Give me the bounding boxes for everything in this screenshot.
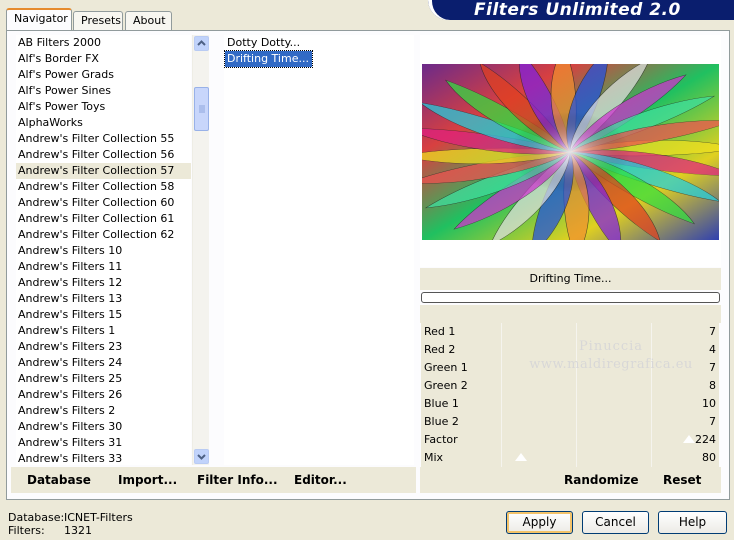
app-title-banner: Filters Unlimited 2.0 (428, 0, 734, 20)
progress-bar (421, 292, 720, 303)
app-title: Filters Unlimited 2.0 (474, 0, 681, 20)
param-slider-factor[interactable]: Factor 224 (421, 431, 719, 450)
filter-item-selected[interactable]: Drifting Time... (224, 50, 313, 68)
param-label: Green 1 (424, 361, 468, 374)
param-label: Green 2 (424, 379, 468, 392)
filters-label: Filters: (8, 524, 45, 537)
param-label: Red 1 (424, 325, 456, 338)
tab-about[interactable]: About (125, 11, 172, 30)
tab-strip: Navigator Presets About (6, 8, 176, 30)
preview-caption: Drifting Time... (420, 268, 721, 290)
param-value: 80 (702, 451, 716, 464)
category-item[interactable]: Alf's Power Toys (16, 99, 191, 115)
help-button[interactable]: Help (658, 511, 727, 534)
tab-label: About (133, 14, 166, 27)
category-item[interactable]: Andrew's Filters 12 (16, 275, 191, 291)
param-label: Blue 1 (424, 397, 459, 410)
category-item[interactable]: Andrew's Filters 24 (16, 355, 191, 371)
category-item[interactable]: Andrew's Filter Collection 57 (16, 163, 191, 179)
left-button-row: Database Import... Filter Info... Editor… (11, 467, 416, 493)
filter-list[interactable]: Dotty Dotty... Drifting Time... (224, 35, 414, 465)
chevron-down-icon (197, 454, 206, 460)
chevron-up-icon (197, 40, 206, 46)
filter-info-button[interactable]: Filter Info... (197, 473, 278, 487)
category-item[interactable]: Andrew's Filters 15 (16, 307, 191, 323)
apply-button[interactable]: Apply (506, 511, 573, 534)
category-item[interactable]: Alf's Border FX (16, 51, 191, 67)
category-item[interactable]: Andrew's Filters 30 (16, 419, 191, 435)
slider-marker[interactable] (515, 453, 527, 461)
category-list[interactable]: AB Filters 2000 Alf's Border FX Alf's Powe… (16, 35, 191, 465)
category-items: AB Filters 2000 Alf's Border FX Alf's Powe… (16, 35, 191, 465)
grip-icon (199, 105, 205, 113)
slider-marker[interactable] (683, 435, 695, 443)
scroll-down-button[interactable] (194, 449, 209, 464)
category-item[interactable]: Andrew's Filters 33 (16, 451, 191, 465)
category-item[interactable]: Andrew's Filter Collection 56 (16, 147, 191, 163)
category-item[interactable]: Andrew's Filter Collection 60 (16, 195, 191, 211)
tab-label: Navigator (14, 12, 68, 25)
category-item[interactable]: Andrew's Filters 26 (16, 387, 191, 403)
cancel-button[interactable]: Cancel (582, 511, 649, 534)
scroll-thumb[interactable] (194, 87, 209, 131)
param-slider-green-2[interactable]: Green 2 8 (421, 377, 719, 396)
category-item[interactable]: AlphaWorks (16, 115, 191, 131)
category-item[interactable]: Andrew's Filters 2 (16, 403, 191, 419)
import-button[interactable]: Import... (118, 473, 177, 487)
right-button-row: Randomize Reset (420, 467, 721, 493)
param-value: 8 (709, 379, 716, 392)
randomize-button[interactable]: Randomize (564, 473, 638, 487)
param-slider-blue-1[interactable]: Blue 1 10 (421, 395, 719, 414)
watermark-line: Pinuccia (578, 339, 644, 354)
category-item[interactable]: Andrew's Filters 23 (16, 339, 191, 355)
category-item[interactable]: Andrew's Filters 13 (16, 291, 191, 307)
database-value: ICNET-Filters (64, 511, 133, 524)
param-value: 10 (702, 397, 716, 410)
param-slider-mix[interactable]: Mix 80 (421, 449, 719, 468)
database-label: Database: (8, 511, 65, 524)
category-item[interactable]: Andrew's Filters 25 (16, 371, 191, 387)
param-value: 7 (709, 415, 716, 428)
category-item[interactable]: Andrew's Filter Collection 61 (16, 211, 191, 227)
watermark: Pinuccia www.maldiregrafica.eu (501, 338, 721, 374)
param-label: Mix (424, 451, 444, 464)
scroll-up-button[interactable] (194, 36, 209, 51)
param-label: Factor (424, 433, 458, 446)
filter-item[interactable]: Dotty Dotty... (225, 35, 414, 51)
category-item[interactable]: Alf's Power Sines (16, 83, 191, 99)
category-item[interactable]: Andrew's Filter Collection 55 (16, 131, 191, 147)
database-button[interactable]: Database (27, 473, 91, 487)
tab-presets[interactable]: Presets (73, 11, 123, 30)
param-label: Red 2 (424, 343, 456, 356)
preview-image (422, 64, 719, 240)
category-scrollbar[interactable] (192, 35, 209, 465)
progress-strip (420, 305, 721, 323)
watermark-line: www.maldiregrafica.eu (529, 357, 693, 372)
category-item[interactable]: Andrew's Filter Collection 62 (16, 227, 191, 243)
navigator-panel: AB Filters 2000 Alf's Border FX Alf's Powe… (6, 30, 730, 500)
category-item[interactable]: Andrew's Filters 1 (16, 323, 191, 339)
tab-label: Presets (81, 14, 122, 27)
param-slider-blue-2[interactable]: Blue 2 7 (421, 413, 719, 432)
category-item[interactable]: Andrew's Filters 31 (16, 435, 191, 451)
status-info: Database: ICNET-Filters Filters: 1321 (8, 511, 208, 537)
category-item[interactable]: Andrew's Filters 10 (16, 243, 191, 259)
reset-button[interactable]: Reset (663, 473, 701, 487)
tab-navigator[interactable]: Navigator (6, 8, 72, 30)
param-value: 224 (695, 433, 716, 446)
param-label: Blue 2 (424, 415, 459, 428)
filters-count: 1321 (64, 524, 92, 537)
preview-caption-text: Drifting Time... (529, 272, 612, 285)
editor-button[interactable]: Editor... (294, 473, 347, 487)
preview-area (420, 35, 721, 267)
category-item[interactable]: AB Filters 2000 (16, 35, 191, 51)
category-item[interactable]: Andrew's Filters 11 (16, 259, 191, 275)
category-item[interactable]: Alf's Power Grads (16, 67, 191, 83)
category-item[interactable]: Andrew's Filter Collection 58 (16, 179, 191, 195)
